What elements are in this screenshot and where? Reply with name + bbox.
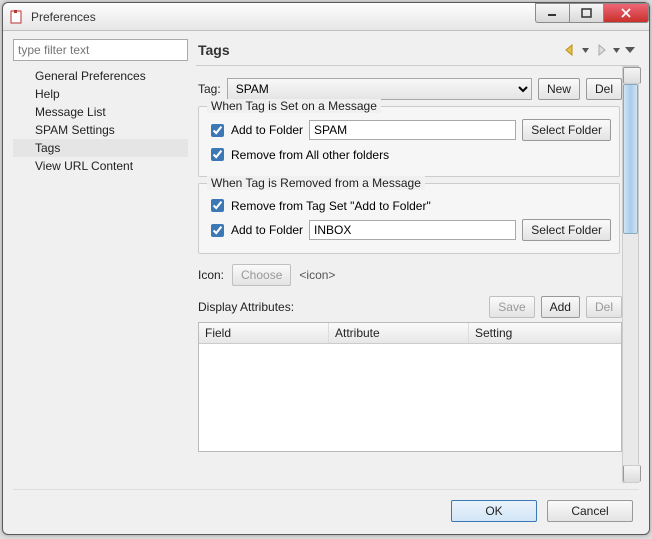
cancel-button[interactable]: Cancel (547, 500, 633, 522)
col-setting[interactable]: Setting (469, 323, 621, 343)
minimize-button[interactable] (535, 3, 569, 23)
rem-add-folder-check[interactable]: Add to Folder (207, 221, 303, 240)
nav-item-general[interactable]: General Preferences (13, 67, 188, 85)
set-add-folder-checkbox[interactable] (211, 124, 224, 137)
rem-remove-tagset-check[interactable]: Remove from Tag Set "Add to Folder" (207, 196, 431, 215)
nav-item-help[interactable]: Help (13, 85, 188, 103)
attrs-del-button[interactable]: Del (586, 296, 622, 318)
set-select-folder-button[interactable]: Select Folder (522, 119, 611, 141)
content-area: General Preferences Help Message List SP… (3, 31, 649, 534)
forward-button[interactable] (592, 41, 610, 59)
rem-add-folder-input[interactable] (309, 220, 516, 240)
delete-tag-button[interactable]: Del (586, 78, 622, 100)
sidebar: General Preferences Help Message List SP… (13, 39, 188, 483)
tag-combo[interactable]: SPAM (227, 78, 532, 100)
scroll-thumb[interactable] (623, 84, 638, 234)
attrs-save-button[interactable]: Save (489, 296, 534, 318)
set-remove-all-checkbox[interactable] (211, 148, 224, 161)
forward-dropdown[interactable] (612, 41, 621, 59)
preferences-window: Preferences General Preferences Help Mes… (2, 2, 650, 535)
scroll-up-button[interactable] (623, 67, 641, 84)
set-remove-all-check[interactable]: Remove from All other folders (207, 145, 389, 164)
page-panel: Tags Tag: SPAM (196, 39, 639, 483)
rem-select-folder-button[interactable]: Select Folder (522, 219, 611, 241)
rem-add-folder-checkbox[interactable] (211, 224, 224, 237)
filter-input[interactable] (13, 39, 188, 61)
set-add-folder-check[interactable]: Add to Folder (207, 121, 303, 140)
titlebar[interactable]: Preferences (3, 3, 649, 31)
page-menu[interactable] (623, 41, 637, 59)
col-attribute[interactable]: Attribute (329, 323, 469, 343)
dialog-footer: OK Cancel (13, 489, 639, 524)
attrs-add-button[interactable]: Add (541, 296, 580, 318)
app-icon (9, 9, 25, 25)
group-tag-set-legend: When Tag is Set on a Message (207, 99, 381, 113)
back-button[interactable] (561, 41, 579, 59)
nav-item-spam-settings[interactable]: SPAM Settings (13, 121, 188, 139)
scroll-down-button[interactable] (623, 465, 641, 482)
ok-button[interactable]: OK (451, 500, 537, 522)
nav-tree: General Preferences Help Message List SP… (13, 61, 188, 483)
set-add-folder-input[interactable] (309, 120, 516, 140)
scroll-track[interactable] (623, 234, 638, 465)
new-tag-button[interactable]: New (538, 78, 580, 100)
col-field[interactable]: Field (199, 323, 329, 343)
display-attrs-label: Display Attributes: (198, 300, 294, 314)
close-button[interactable] (603, 3, 649, 23)
choose-icon-button[interactable]: Choose (232, 264, 291, 286)
window-title: Preferences (31, 10, 535, 24)
nav-item-tags[interactable]: Tags (13, 139, 188, 157)
group-tag-set: When Tag is Set on a Message Add to Fold… (198, 106, 620, 177)
rem-remove-tagset-checkbox[interactable] (211, 199, 224, 212)
nav-item-message-list[interactable]: Message List (13, 103, 188, 121)
back-dropdown[interactable] (581, 41, 590, 59)
nav-item-view-url[interactable]: View URL Content (13, 157, 188, 175)
page-heading: Tags (198, 42, 230, 58)
maximize-button[interactable] (569, 3, 603, 23)
vertical-scrollbar[interactable] (622, 66, 639, 483)
group-tag-removed-legend: When Tag is Removed from a Message (207, 176, 425, 190)
attrs-table[interactable]: Field Attribute Setting (198, 322, 622, 452)
window-controls (535, 3, 649, 30)
icon-label: Icon: (198, 268, 224, 282)
icon-hint: <icon> (299, 268, 335, 282)
tag-label: Tag: (198, 82, 221, 96)
group-tag-removed: When Tag is Removed from a Message Remov… (198, 183, 620, 254)
history-nav (561, 41, 637, 59)
